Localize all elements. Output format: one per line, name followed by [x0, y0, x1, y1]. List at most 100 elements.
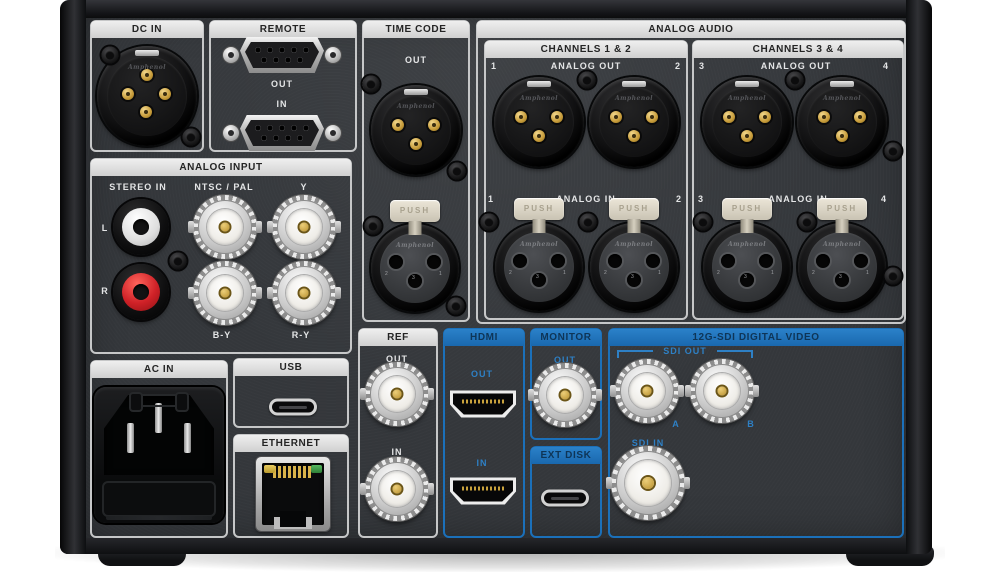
hdmi-logo: HDMI [444, 329, 524, 346]
y-bnc-connector [272, 195, 336, 259]
xlr-pin-number: 3 [839, 274, 842, 280]
left-channel-label: L [102, 223, 109, 233]
connector-brand-label: Amphenol [728, 241, 766, 248]
xlr-pin-number: 2 [509, 270, 512, 276]
bnc-lug [753, 385, 759, 397]
xlr-socket-hole [551, 254, 565, 268]
connector-brand-label: Amphenol [396, 242, 434, 249]
activity-led-green [311, 465, 322, 473]
xlr-latch [135, 50, 159, 56]
xlr-pin-number: 1 [563, 270, 566, 276]
analog-out-1-xlr-connector: Amphenol [494, 77, 584, 167]
xlr-pin [628, 130, 640, 142]
xlr-latch [735, 81, 759, 87]
ref-out-bnc-connector [365, 362, 429, 426]
connector-brand-label: Amphenol [520, 95, 558, 102]
sdi-out-bracket-left [617, 350, 653, 358]
usb-c-port [269, 399, 317, 416]
sdi-out-a-label: A [672, 419, 680, 429]
b-y-label: B-Y [213, 330, 232, 340]
chassis-right-rail [906, 0, 932, 554]
ch2-in-number: 2 [676, 194, 682, 204]
bnc-lug [360, 388, 366, 400]
xlr-pin-number: 1 [658, 270, 661, 276]
analog-out-2-xlr-connector: Amphenol [589, 77, 679, 167]
timecode-out-label: OUT [405, 55, 427, 65]
ch1-out-number: 1 [491, 61, 497, 71]
section-title: REF [359, 329, 437, 346]
section-usb: USB [233, 358, 349, 428]
fuse-icon [136, 394, 182, 407]
xlr-socket-hole [408, 274, 422, 288]
xlr-socket-hole [389, 255, 403, 269]
fuse-rating-embossing [106, 516, 212, 520]
connector-brand-label: Amphenol [520, 241, 558, 248]
xlr-pin-number: 3 [744, 274, 747, 280]
xlr-socket-hole [608, 254, 622, 268]
xlr-pin-number: 3 [631, 274, 634, 280]
connector-brand-label: Amphenol [615, 241, 653, 248]
torx-screw-icon [102, 47, 119, 64]
bnc-lug [428, 483, 434, 495]
sdi-out-bracket-right [717, 350, 753, 358]
ch4-out-number: 4 [883, 61, 889, 71]
connector-brand-label: Amphenol [823, 241, 861, 248]
analog-in-2-xlr-connector: Amphenol 2 3 1 [590, 223, 678, 311]
bnc-lug [685, 385, 691, 397]
remote-out-db9-connector [240, 37, 324, 73]
chassis-left-rail [60, 0, 86, 554]
link-led-yellow [264, 465, 275, 473]
section-hdmi: HDMI [443, 328, 525, 538]
rca-right-connector [113, 264, 169, 320]
xlr-latch [404, 89, 428, 95]
xlr-pin-number: 1 [439, 271, 442, 277]
bnc-lug [335, 287, 341, 299]
rca-left-connector [113, 199, 169, 255]
sdi-in-bnc-connector [611, 446, 685, 520]
ac-pin [155, 403, 162, 433]
analog-out-3-xlr-connector: Amphenol [702, 77, 792, 167]
bnc-lug [428, 388, 434, 400]
bnc-lug [684, 477, 690, 489]
bnc-lug [528, 389, 534, 401]
rj45-pins [273, 466, 313, 478]
ac-pin [184, 423, 191, 453]
bnc-lug [188, 221, 194, 233]
torx-screw-icon [448, 298, 465, 315]
xlr-pin-number: 1 [771, 270, 774, 276]
push-latch: PUSH [609, 198, 659, 220]
xlr-pin [759, 111, 771, 123]
ref-in-bnc-connector [365, 457, 429, 521]
xlr-socket-hole [646, 254, 660, 268]
section-title: AC IN [91, 361, 227, 378]
db9-screw-post [223, 125, 239, 141]
push-latch: PUSH [514, 198, 564, 220]
ch1-in-number: 1 [488, 194, 494, 204]
torx-screw-icon [885, 268, 902, 285]
sdi-out-b-label: B [747, 419, 755, 429]
remote-in-db9-connector [240, 115, 324, 151]
section-title: USB [234, 359, 348, 376]
push-latch: PUSH [722, 198, 772, 220]
ch4-in-number: 4 [881, 194, 887, 204]
sdi-out-group-label: SDI OUT [663, 346, 707, 356]
section-title: ANALOG AUDIO [477, 21, 905, 38]
section-title: ETHERNET [234, 435, 348, 452]
bnc-center-pin [300, 223, 309, 232]
xlr-socket-hole [627, 273, 641, 287]
remote-in-label: IN [277, 99, 288, 109]
ntsc-pal-label: NTSC / PAL [194, 182, 253, 192]
xlr-pin [410, 138, 422, 150]
connector-brand-label: Amphenol [823, 95, 861, 102]
b-y-bnc-connector [193, 261, 257, 325]
y-label: Y [300, 182, 307, 192]
section-title: TIME CODE [363, 21, 469, 38]
remote-out-label: OUT [271, 79, 293, 89]
section-title: CHANNELS 3 & 4 [693, 41, 903, 58]
ch3-out-number: 3 [699, 61, 705, 71]
connector-brand-label: Amphenol [728, 95, 766, 102]
analog-in-4-xlr-connector: Amphenol 2 3 1 [798, 223, 886, 311]
xlr-pin [515, 111, 527, 123]
bnc-center-pin [642, 477, 654, 489]
hdmi-out-label: OUT [471, 369, 493, 379]
